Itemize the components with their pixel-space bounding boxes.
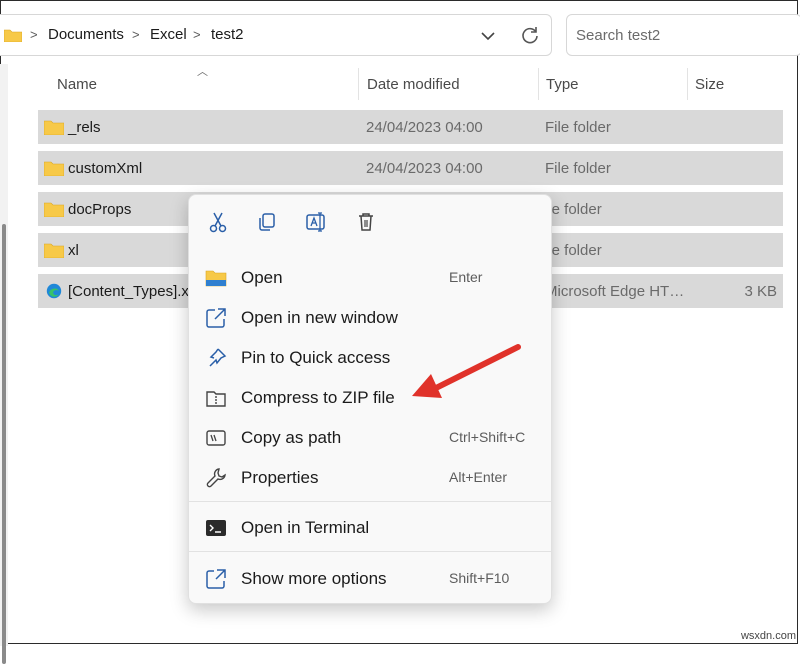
watermark: wsxdn.com bbox=[740, 630, 796, 642]
annotation-arrow bbox=[412, 344, 521, 398]
